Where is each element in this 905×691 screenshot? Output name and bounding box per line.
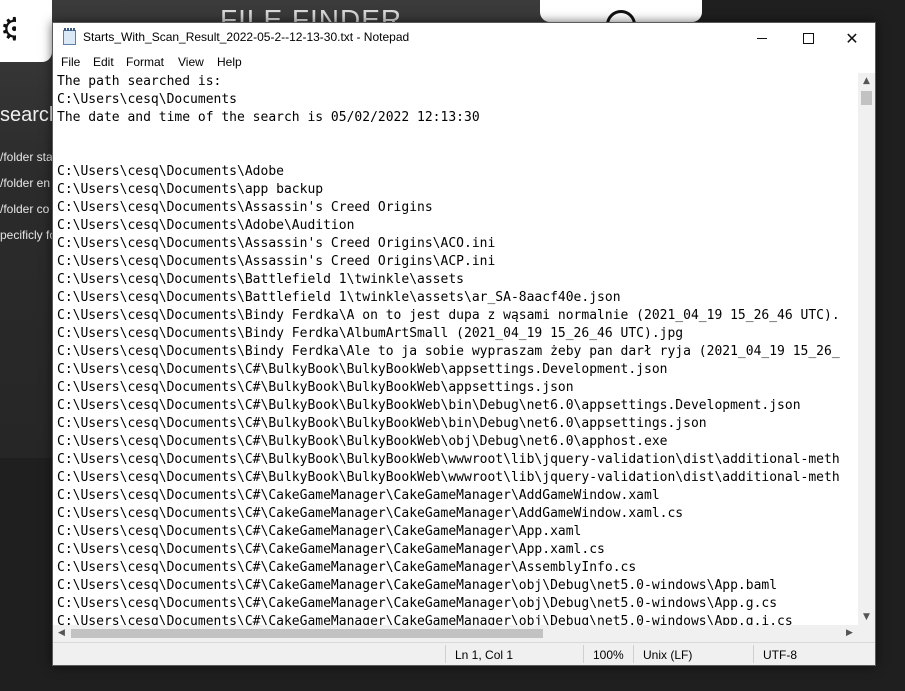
text-line[interactable]: C:\Users\cesq\Documents\Assassin's Creed… <box>57 253 840 271</box>
text-line[interactable]: C:\Users\cesq\Documents\C#\CakeGameManag… <box>57 613 840 625</box>
text-line[interactable]: C:\Users\cesq\Documents\Bindy Ferdka\Ale… <box>57 343 840 361</box>
menu-help[interactable]: Help <box>217 55 242 69</box>
text-line[interactable]: C:\Users\cesq\Documents\C#\BulkyBook\Bul… <box>57 397 840 415</box>
text-line[interactable]: C:\Users\cesq\Documents\app backup <box>57 181 840 199</box>
text-line[interactable]: C:\Users\cesq\Documents\Bindy Ferdka\A o… <box>57 307 840 325</box>
encoding: UTF-8 <box>763 648 797 662</box>
notepad-icon <box>63 28 76 45</box>
background-search-label: search <box>0 104 52 126</box>
menu-bar: File Edit Format View Help <box>53 53 875 73</box>
text-line[interactable]: C:\Users\cesq\Documents\C#\CakeGameManag… <box>57 541 840 559</box>
background-app-title: FILE FINDER <box>220 4 403 24</box>
text-line[interactable]: C:\Users\cesq\Documents\Assassin's Creed… <box>57 199 840 217</box>
minimize-icon <box>757 37 767 39</box>
scroll-up-icon[interactable]: ▲ <box>858 73 875 89</box>
text-line[interactable]: C:\Users\cesq\Documents\C#\BulkyBook\Bul… <box>57 469 840 487</box>
vertical-scrollbar[interactable]: ▲ ▼ <box>858 73 875 625</box>
text-line[interactable] <box>57 145 840 163</box>
status-separator <box>633 645 634 663</box>
text-line[interactable]: C:\Users\cesq\Documents\C#\BulkyBook\Bul… <box>57 433 840 451</box>
scroll-down-icon[interactable]: ▼ <box>858 609 875 625</box>
close-button[interactable]: ✕ <box>829 23 875 53</box>
text-line[interactable]: C:\Users\cesq\Documents\C#\BulkyBook\Bul… <box>57 415 840 433</box>
background-line: pecificly fo <box>0 228 52 242</box>
text-line[interactable]: C:\Users\cesq\Documents\Bindy Ferdka\Alb… <box>57 325 840 343</box>
background-line: /folder co <box>0 202 50 216</box>
text-line[interactable]: C:\Users\cesq\Documents\C#\CakeGameManag… <box>57 523 840 541</box>
background-line: /folder en <box>0 176 51 190</box>
gear-icon[interactable]: ⚙ <box>0 14 16 44</box>
text-line[interactable]: C:\Users\cesq\Documents\Adobe\Audition <box>57 217 840 235</box>
line-ending: Unix (LF) <box>643 648 693 662</box>
text-editor[interactable]: The path searched is: C:\Users\cesq\Docum… <box>53 73 858 625</box>
text-line[interactable]: C:\Users\cesq\Documents\C#\BulkyBook\Bul… <box>57 379 840 397</box>
text-line[interactable]: C:\Users\cesq\Documents <box>57 91 840 109</box>
text-content[interactable]: The path searched is: C:\Users\cesq\Docum… <box>57 73 840 625</box>
minimize-button[interactable] <box>739 23 785 53</box>
scrollbar-corner <box>858 625 875 642</box>
horizontal-scroll-thumb[interactable] <box>71 629 543 638</box>
menu-edit[interactable]: Edit <box>93 55 114 69</box>
notepad-window: Starts_With_Scan_Result_2022-05-2--12-13… <box>52 22 876 666</box>
status-separator <box>583 645 584 663</box>
vertical-scroll-thumb[interactable] <box>861 91 872 105</box>
menu-file[interactable]: File <box>61 55 80 69</box>
status-separator <box>445 645 446 663</box>
text-line[interactable]: C:\Users\cesq\Documents\C#\CakeGameManag… <box>57 595 840 613</box>
background-line: /folder sta <box>0 150 52 164</box>
title-bar[interactable]: Starts_With_Scan_Result_2022-05-2--12-13… <box>53 23 875 53</box>
text-line[interactable]: C:\Users\cesq\Documents\C#\CakeGameManag… <box>57 577 840 595</box>
scroll-right-icon[interactable]: ▶ <box>841 625 858 642</box>
text-line[interactable]: C:\Users\cesq\Documents\C#\CakeGameManag… <box>57 559 840 577</box>
scroll-left-icon[interactable]: ◀ <box>53 625 70 642</box>
horizontal-scrollbar[interactable]: ◀ ▶ <box>53 625 858 642</box>
text-line[interactable]: C:\Users\cesq\Documents\Assassin's Creed… <box>57 235 840 253</box>
maximize-button[interactable] <box>785 23 831 53</box>
status-separator <box>753 645 754 663</box>
text-line[interactable] <box>57 127 840 145</box>
text-line[interactable]: The path searched is: <box>57 73 840 91</box>
text-line[interactable]: The date and time of the search is 05/02… <box>57 109 840 127</box>
cursor-position: Ln 1, Col 1 <box>455 648 514 662</box>
text-line[interactable]: C:\Users\cesq\Documents\C#\CakeGameManag… <box>57 487 840 505</box>
close-icon: ✕ <box>845 28 859 48</box>
text-line[interactable]: C:\Users\cesq\Documents\C#\BulkyBook\Bul… <box>57 451 840 469</box>
text-line[interactable]: C:\Users\cesq\Documents\Battlefield 1\tw… <box>57 289 840 307</box>
menu-view[interactable]: View <box>178 55 204 69</box>
text-line[interactable]: C:\Users\cesq\Documents\C#\CakeGameManag… <box>57 505 840 523</box>
text-line[interactable]: C:\Users\cesq\Documents\C#\BulkyBook\Bul… <box>57 361 840 379</box>
text-line[interactable]: C:\Users\cesq\Documents\Adobe <box>57 163 840 181</box>
maximize-icon <box>802 32 814 44</box>
text-line[interactable]: C:\Users\cesq\Documents\Battlefield 1\tw… <box>57 271 840 289</box>
zoom-level: 100% <box>593 648 624 662</box>
window-title: Starts_With_Scan_Result_2022-05-2--12-13… <box>83 30 410 44</box>
menu-format[interactable]: Format <box>126 55 164 69</box>
status-bar: Ln 1, Col 1 100% Unix (LF) UTF-8 <box>53 642 875 665</box>
